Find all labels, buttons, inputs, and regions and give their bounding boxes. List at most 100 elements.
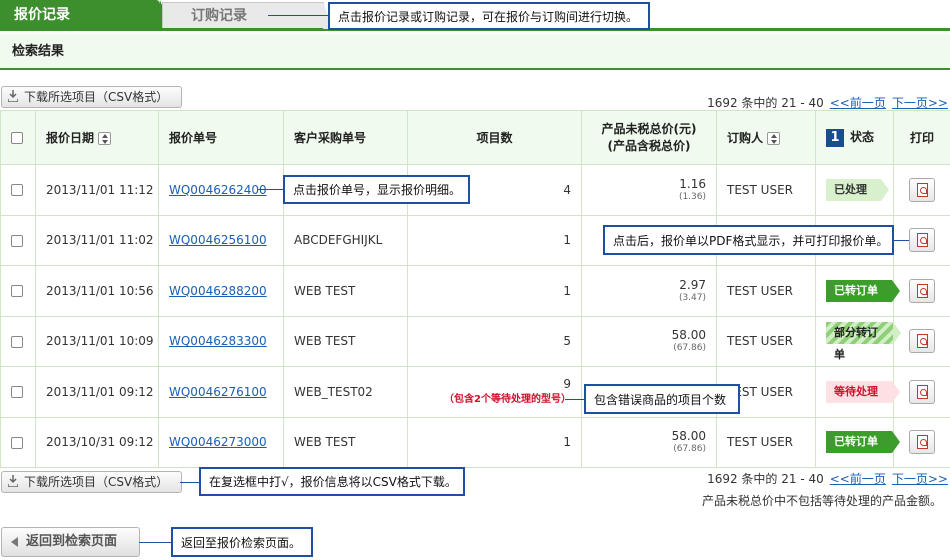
status-label: 部分转订单: [834, 325, 878, 361]
row-price-cell: 58.00 (67.86): [581, 315, 717, 367]
row-checkbox[interactable]: [11, 335, 23, 348]
sort-icon[interactable]: [767, 132, 781, 145]
row-checkbox-cell: [0, 164, 36, 216]
row-print-cell: [893, 265, 950, 317]
callout-leader-tabs: [268, 15, 328, 16]
row-item-count-cell: 1: [407, 416, 582, 468]
row-price-tax: (3.47): [678, 292, 706, 303]
row-quote-no-cell: WQ0046283300: [158, 315, 284, 367]
status-arrow: [892, 431, 900, 454]
search-result-header: 检索结果: [0, 34, 950, 70]
col-price-tax-label: (产品含税总价): [607, 138, 691, 153]
row-checkbox[interactable]: [11, 386, 23, 399]
row-quote-no-cell: WQ0046276100: [158, 366, 284, 418]
row-checkbox[interactable]: [11, 436, 23, 449]
select-all-checkbox[interactable]: [11, 132, 23, 144]
quote-no-link[interactable]: WQ0046256100: [169, 233, 267, 247]
pdf-icon: [917, 283, 928, 298]
row-customer-po: WEB TEST: [283, 265, 408, 317]
callout-pdf: 点击后，报价单以PDF格式显示，并可打印报价单。: [603, 225, 894, 255]
row-print-cell: [893, 366, 950, 418]
row-checkbox[interactable]: [11, 184, 23, 197]
row-status-cell: 已转订单: [815, 265, 900, 317]
pdf-print-button[interactable]: [909, 228, 935, 253]
pager-bottom: 1692 条中的 21 - 40 <<前一页 下一页>>: [707, 470, 948, 487]
col-date-label: 报价日期: [46, 131, 95, 145]
row-price-cell: 2.97 (3.47): [581, 265, 717, 317]
status-label: 已转订单: [834, 283, 878, 297]
row-customer-po: WEB_TEST02: [283, 366, 408, 418]
row-date: 2013/11/01 11:02: [35, 214, 159, 266]
pager-prev-link[interactable]: <<前一页: [830, 96, 886, 110]
row-item-count-cell: 1: [407, 265, 582, 317]
price-note: 产品未税总价中不包括等待处理的产品金额。: [701, 494, 942, 508]
col-print: 打印: [893, 110, 950, 165]
quote-no-link[interactable]: WQ0046276100: [169, 385, 267, 399]
pdf-print-button[interactable]: [909, 379, 935, 404]
callout-quote-no: 点击报价单号，显示报价明细。: [283, 175, 470, 204]
row-item-count: 9: [563, 377, 571, 392]
row-price-tax: (67.86): [673, 343, 706, 354]
pdf-print-button[interactable]: [909, 329, 935, 354]
quote-no-link[interactable]: WQ0046273000: [169, 435, 267, 449]
col-orderer-label: 订购人: [727, 131, 764, 145]
col-quote-no: 报价单号: [158, 110, 284, 165]
pdf-icon: [917, 384, 928, 399]
row-checkbox-cell: [0, 366, 36, 418]
pager-next-link[interactable]: 下一页>>: [892, 96, 948, 110]
row-status-cell: 等待处理: [815, 366, 900, 418]
callout-csv: 在复选框中打√，报价信息将以CSV格式下载。: [199, 467, 465, 496]
row-item-count: 1: [563, 435, 571, 450]
pdf-print-button[interactable]: [909, 278, 935, 303]
pdf-icon: [917, 233, 928, 248]
status-badge: 等待处理: [826, 380, 900, 403]
status-label: 已处理: [834, 182, 867, 196]
tab-quote-records[interactable]: 报价记录: [0, 0, 172, 31]
row-price-cell: 58.00 (67.86): [581, 416, 717, 468]
sort-icon[interactable]: [98, 132, 112, 145]
row-checkbox-cell: [0, 315, 36, 367]
download-csv-label: 下载所选项目（CSV格式）: [24, 90, 169, 104]
row-orderer: TEST USER: [716, 164, 816, 216]
item-count-note: （包含2个等待处理的型号）: [444, 394, 571, 406]
row-item-count: 1: [563, 233, 571, 248]
quote-no-link[interactable]: WQ0046283300: [169, 334, 267, 348]
back-to-search-button[interactable]: 返回到检索页面: [1, 527, 140, 557]
col-date: 报价日期: [35, 110, 159, 165]
download-csv-button-top[interactable]: 下载所选项目（CSV格式）: [1, 86, 182, 108]
col-status-label: 状态: [850, 130, 875, 145]
pager-prev-link[interactable]: <<前一页: [830, 472, 886, 486]
callout-tabs: 点击报价记录或订购记录，可在报价与订购间进行切换。: [328, 2, 650, 30]
status-badge: 部分转订单: [826, 321, 901, 361]
status-label: 已转订单: [834, 435, 878, 449]
row-date: 2013/11/01 10:09: [35, 315, 159, 367]
row-date: 2013/11/01 10:56: [35, 265, 159, 317]
row-date: 2013/11/01 11:12: [35, 164, 159, 216]
pager-next-link[interactable]: 下一页>>: [892, 472, 948, 486]
quote-table: 报价日期 报价单号 客户采购单号 项目数 产品未税总价(元) (产品含税总价) 订…: [0, 110, 950, 468]
pdf-print-button[interactable]: [909, 430, 935, 455]
status-arrow: [892, 380, 900, 403]
status-badge: 已转订单: [826, 279, 900, 302]
row-status-cell: 已处理: [815, 164, 894, 216]
callout-leader-csv: [180, 482, 200, 483]
download-csv-button-bottom[interactable]: 下载所选项目（CSV格式）: [1, 471, 182, 493]
row-orderer: TEST USER: [716, 265, 816, 317]
table-header-row: 报价日期 报价单号 客户采购单号 项目数 产品未税总价(元) (产品含税总价) 订…: [0, 110, 950, 165]
callout-leader-error-items: [565, 399, 585, 400]
row-checkbox-cell: [0, 416, 36, 468]
quote-no-link[interactable]: WQ0046262400: [169, 183, 267, 197]
pdf-icon: [917, 182, 928, 197]
pdf-print-button[interactable]: [909, 177, 935, 202]
row-quote-no-cell: WQ0046256100: [158, 214, 284, 266]
pdf-icon: [917, 334, 928, 349]
download-icon: [8, 475, 18, 487]
pager-summary: 1692 条中的 21 - 40: [707, 472, 824, 486]
row-price-cell: 1.16 (1.36): [581, 164, 717, 216]
table-row: 2013/10/31 09:12 WQ0046273000 WEB TEST 1…: [0, 416, 950, 468]
row-price-tax: (1.36): [678, 191, 706, 202]
row-checkbox[interactable]: [11, 285, 23, 298]
row-checkbox[interactable]: [11, 234, 23, 247]
quote-no-link[interactable]: WQ0046288200: [169, 284, 267, 298]
download-csv-label: 下载所选项目（CSV格式）: [24, 475, 169, 489]
